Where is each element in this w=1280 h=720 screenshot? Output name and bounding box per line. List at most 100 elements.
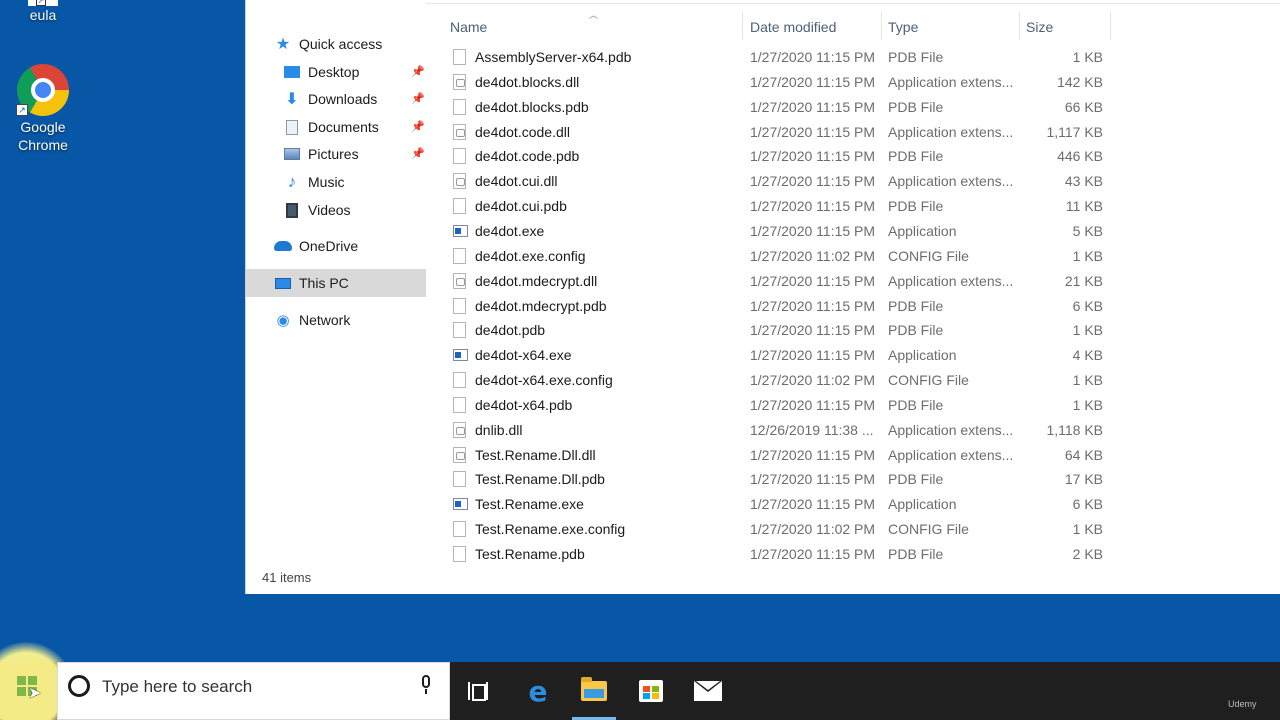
file-size: 1 KB bbox=[1072, 247, 1103, 264]
file-size: 1 KB bbox=[1072, 322, 1103, 339]
file-name: de4dot.cui.pdb bbox=[475, 198, 567, 215]
column-divider[interactable] bbox=[1019, 12, 1020, 40]
file-date: 1/27/2020 11:02 PM bbox=[750, 372, 876, 389]
task-view-icon bbox=[468, 682, 488, 701]
cortana-icon[interactable] bbox=[68, 675, 90, 697]
task-view-button[interactable] bbox=[450, 662, 506, 720]
file-size: 1 KB bbox=[1072, 521, 1103, 538]
videos-icon bbox=[283, 202, 301, 218]
file-row[interactable]: de4dot.blocks.pdb 1/27/2020 11:15 PM PDB F… bbox=[436, 95, 1136, 119]
file-row[interactable]: de4dot.mdecrypt.pdb 1/27/2020 11:15 PM PDB… bbox=[436, 294, 1136, 318]
file-name: de4dot-x64.exe bbox=[475, 347, 572, 364]
nav-item-network[interactable]: ◉ Network bbox=[246, 306, 426, 334]
column-divider[interactable] bbox=[742, 12, 743, 40]
file-type: Application extens... bbox=[888, 73, 1013, 90]
pictures-icon bbox=[283, 146, 301, 162]
column-header-date-modified[interactable]: Date modified bbox=[750, 15, 836, 39]
file-explorer-button[interactable] bbox=[566, 662, 622, 720]
file-icon bbox=[453, 396, 466, 413]
file-row[interactable]: de4dot.code.dll 1/27/2020 11:15 PM Applica… bbox=[436, 120, 1136, 144]
taskbar-search-box[interactable]: Type here to search bbox=[57, 662, 450, 720]
file-name: de4dot.pdb bbox=[475, 322, 546, 339]
file-date: 12/26/2019 11:38 ... bbox=[750, 421, 874, 438]
file-row[interactable]: de4dot.cui.dll 1/27/2020 11:15 PM Applicat… bbox=[436, 169, 1136, 193]
mail-button[interactable] bbox=[680, 662, 736, 720]
store-button[interactable] bbox=[623, 662, 679, 720]
nav-item-documents[interactable]: Documents 📌 bbox=[246, 113, 426, 141]
file-date: 1/27/2020 11:15 PM bbox=[750, 446, 876, 463]
cloud-icon bbox=[274, 238, 292, 254]
file-size: 6 KB bbox=[1072, 496, 1103, 513]
file-row[interactable]: Test.Rename.exe 1/27/2020 11:15 PM Applica… bbox=[436, 492, 1136, 516]
file-row[interactable]: dnlib.dll 12/26/2019 11:38 ... Application… bbox=[436, 418, 1136, 442]
file-icon bbox=[453, 98, 466, 115]
file-row[interactable]: de4dot.mdecrypt.dll 1/27/2020 11:15 PM App… bbox=[436, 269, 1136, 293]
file-name: de4dot.cui.dll bbox=[475, 173, 558, 190]
file-row[interactable]: Test.Rename.pdb 1/27/2020 11:15 PM PDB Fil… bbox=[436, 542, 1136, 566]
file-size: 6 KB bbox=[1072, 297, 1103, 314]
column-divider[interactable] bbox=[881, 12, 882, 40]
edge-button[interactable]: e bbox=[510, 662, 566, 720]
file-row[interactable]: de4dot.code.pdb 1/27/2020 11:15 PM PDB Fil… bbox=[436, 144, 1136, 168]
file-size: 1 KB bbox=[1072, 372, 1103, 389]
file-type: PDB File bbox=[888, 297, 944, 314]
file-size: 446 KB bbox=[1057, 148, 1103, 165]
file-row[interactable]: de4dot-x64.pdb 1/27/2020 11:15 PM PDB File… bbox=[436, 393, 1136, 417]
file-row[interactable]: de4dot-x64.exe 1/27/2020 11:15 PM Applicat… bbox=[436, 343, 1136, 367]
pin-icon: 📌 bbox=[411, 148, 425, 160]
file-row[interactable]: de4dot.blocks.dll 1/27/2020 11:15 PM Appli… bbox=[436, 70, 1136, 94]
microphone-icon[interactable] bbox=[420, 675, 432, 695]
desktop-icon-eula[interactable]: ↗ eula bbox=[4, 0, 82, 24]
file-date: 1/27/2020 11:15 PM bbox=[750, 148, 876, 165]
column-header-size[interactable]: Size bbox=[1026, 15, 1053, 39]
file-row[interactable]: de4dot.exe.config 1/27/2020 11:02 PM CONFI… bbox=[436, 244, 1136, 268]
file-type: Application extens... bbox=[888, 272, 1013, 289]
file-name: de4dot.blocks.dll bbox=[475, 73, 580, 90]
file-name: de4dot.mdecrypt.pdb bbox=[475, 297, 607, 314]
file-type: Application bbox=[888, 496, 957, 513]
file-row[interactable]: de4dot.pdb 1/27/2020 11:15 PM PDB File 1 KB bbox=[436, 318, 1136, 342]
file-size: 11 KB bbox=[1065, 198, 1103, 215]
file-date: 1/27/2020 11:15 PM bbox=[750, 123, 876, 140]
column-header-type[interactable]: Type bbox=[888, 15, 918, 39]
file-type: Application extens... bbox=[888, 173, 1013, 190]
nav-item-desktop[interactable]: Desktop 📌 bbox=[246, 58, 426, 86]
desktop-icon-google-chrome[interactable]: ↗ Google Chrome bbox=[4, 64, 82, 154]
file-row[interactable]: Test.Rename.Dll.pdb 1/27/2020 11:15 PM PDB… bbox=[436, 467, 1136, 491]
file-row[interactable]: de4dot.cui.pdb 1/27/2020 11:15 PM PDB File… bbox=[436, 194, 1136, 218]
file-name: de4dot.exe.config bbox=[475, 247, 586, 264]
mouse-cursor-icon: ➤ bbox=[28, 685, 42, 702]
file-row[interactable]: Test.Rename.Dll.dll 1/27/2020 11:15 PM App… bbox=[436, 443, 1136, 467]
file-row[interactable]: de4dot-x64.exe.config 1/27/2020 11:02 PM C… bbox=[436, 368, 1136, 392]
nav-item-this-pc[interactable]: This PC bbox=[246, 269, 426, 297]
nav-item-quick-access[interactable]: ★ Quick access bbox=[246, 30, 426, 58]
application-icon bbox=[453, 498, 468, 511]
dll-file-icon bbox=[453, 272, 466, 289]
column-header-name[interactable]: Name bbox=[450, 15, 487, 39]
file-row[interactable]: AssemblyServer-x64.pdb 1/27/2020 11:15 PM… bbox=[436, 45, 1136, 69]
file-name: de4dot.mdecrypt.dll bbox=[475, 272, 598, 289]
file-date: 1/27/2020 11:15 PM bbox=[750, 49, 876, 65]
nav-item-label: This PC bbox=[299, 275, 349, 291]
pin-icon: 📌 bbox=[411, 93, 425, 105]
file-date: 1/27/2020 11:15 PM bbox=[750, 496, 876, 513]
nav-item-videos[interactable]: Videos bbox=[246, 196, 426, 224]
file-size: 21 KB bbox=[1064, 272, 1103, 289]
nav-item-downloads[interactable]: ⬇ Downloads 📌 bbox=[246, 85, 426, 113]
mail-icon bbox=[694, 681, 722, 701]
sort-ascending-icon: ︿ bbox=[589, 10, 599, 20]
column-divider[interactable] bbox=[1110, 12, 1111, 40]
pin-icon: 📌 bbox=[411, 66, 425, 78]
file-type: Application extens... bbox=[888, 123, 1013, 140]
dll-file-icon bbox=[453, 446, 466, 463]
nav-item-pictures[interactable]: Pictures 📌 bbox=[246, 140, 426, 168]
nav-item-onedrive[interactable]: OneDrive bbox=[246, 232, 426, 260]
dll-file-icon bbox=[453, 123, 466, 140]
file-row[interactable]: Test.Rename.exe.config 1/27/2020 11:02 PM… bbox=[436, 517, 1136, 541]
file-row[interactable]: de4dot.exe 1/27/2020 11:15 PM Application 5… bbox=[436, 219, 1136, 243]
nav-item-label: Music bbox=[308, 174, 345, 190]
file-date: 1/27/2020 11:02 PM bbox=[750, 247, 876, 264]
file-date: 1/27/2020 11:15 PM bbox=[750, 471, 876, 488]
nav-item-music[interactable]: ♪ Music bbox=[246, 168, 426, 196]
file-explorer-window: ★ Quick access Desktop 📌 ⬇ Downloads 📌 Document… bbox=[245, 0, 1280, 594]
